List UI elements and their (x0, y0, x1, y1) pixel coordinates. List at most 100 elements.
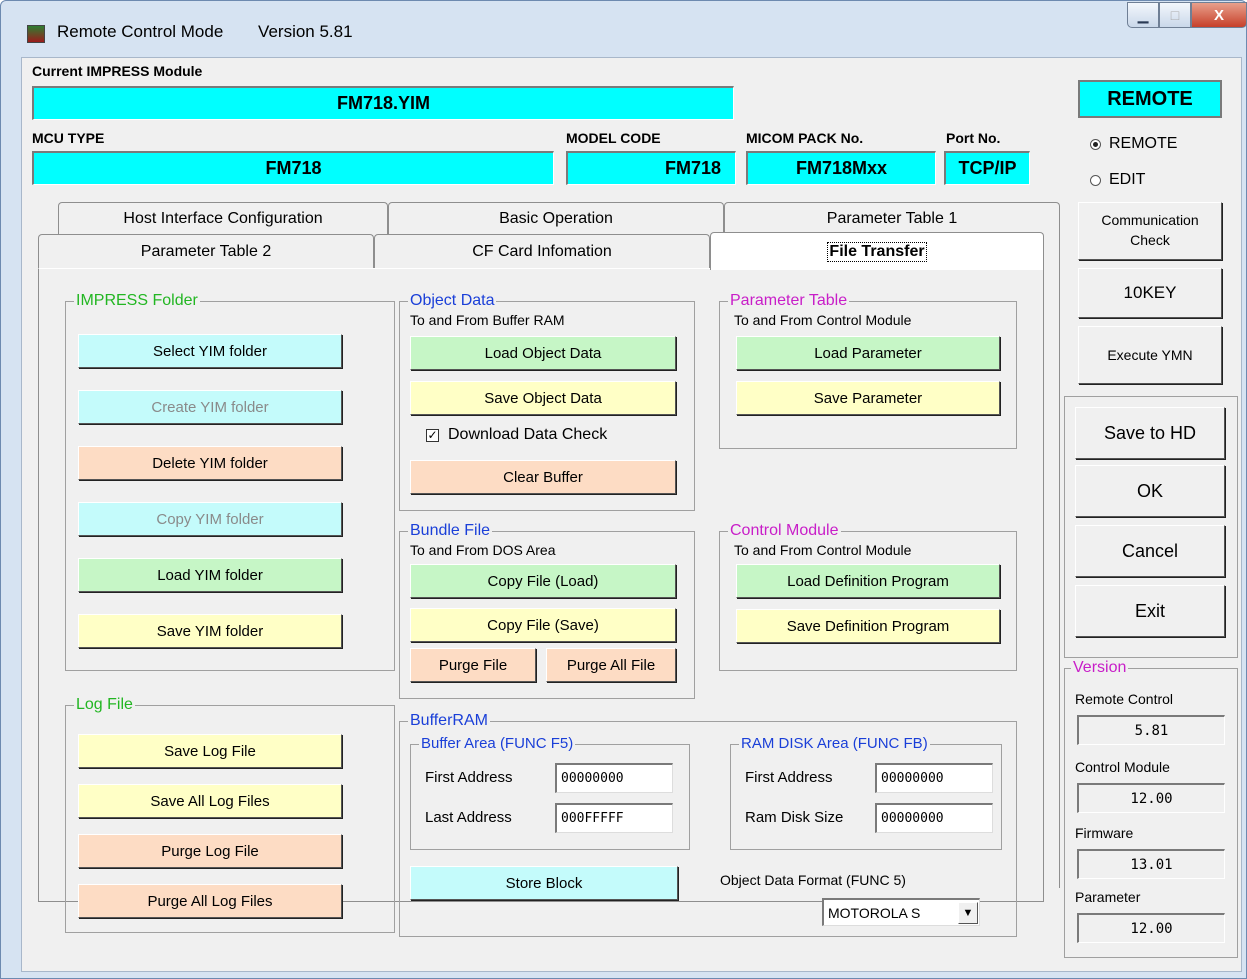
download-data-check[interactable]: ✓ Download Data Check (426, 426, 607, 444)
model-code-field: FM718 (566, 151, 736, 185)
version-remote-control-value: 5.81 (1077, 715, 1225, 745)
create-yim-folder-button[interactable]: Create YIM folder (78, 390, 342, 424)
save-log-file-button[interactable]: Save Log File (78, 734, 342, 768)
tab-label: CF Card Infomation (472, 242, 612, 260)
app-icon (27, 25, 45, 43)
version-firmware-value: 13.01 (1077, 849, 1225, 879)
first-address-field[interactable]: 00000000 (555, 763, 673, 793)
radio-remote[interactable]: REMOTE (1090, 135, 1177, 153)
object-data-title: Object Data (408, 292, 497, 310)
ram-first-address-label: First Address (745, 769, 833, 786)
load-yim-folder-button[interactable]: Load YIM folder (78, 558, 342, 592)
ram-disk-group: RAM DISK Area (FUNC FB) First Address 00… (730, 735, 1002, 850)
minimize-icon[interactable]: ▁ (1127, 2, 1159, 28)
exit-button[interactable]: Exit (1075, 585, 1225, 637)
parameter-table-title: Parameter Table (728, 292, 850, 310)
radio-selected-icon (1090, 138, 1101, 150)
load-definition-program-button[interactable]: Load Definition Program (736, 564, 1000, 598)
radio-edit[interactable]: EDIT (1090, 171, 1145, 189)
save-object-data-button[interactable]: Save Object Data (410, 381, 676, 415)
copy-file-load-button[interactable]: Copy File (Load) (410, 564, 676, 598)
remote-indicator: REMOTE (1078, 80, 1222, 118)
control-module-subtitle: To and From Control Module (734, 542, 912, 558)
version-remote-control-label: Remote Control (1075, 691, 1174, 707)
delete-yim-folder-button[interactable]: Delete YIM folder (78, 446, 342, 480)
control-module-group: Control Module To and From Control Modul… (719, 522, 1017, 671)
object-data-format-select[interactable]: MOTOROLA S ▼ (822, 898, 980, 926)
object-data-format-label: Object Data Format (FUNC 5) (720, 872, 906, 888)
store-block-button[interactable]: Store Block (410, 866, 678, 900)
window-controls: ▁ □ X (1127, 2, 1247, 32)
maximize-icon[interactable]: □ (1159, 2, 1191, 28)
last-address-label: Last Address (425, 809, 512, 826)
save-parameter-button[interactable]: Save Parameter (736, 381, 1000, 415)
bundle-file-group: Bundle File To and From DOS Area Copy Fi… (399, 522, 695, 699)
tab-host-interface[interactable]: Host Interface Configuration (58, 202, 388, 234)
micom-pack-field: FM718Mxx (746, 151, 936, 185)
select-yim-folder-button[interactable]: Select YIM folder (78, 334, 342, 368)
save-yim-folder-button[interactable]: Save YIM folder (78, 614, 342, 648)
port-field: TCP/IP (944, 151, 1030, 185)
save-all-log-files-button[interactable]: Save All Log Files (78, 784, 342, 818)
tab-stack-edge (1050, 234, 1060, 888)
ram-first-address-field[interactable]: 00000000 (875, 763, 993, 793)
chevron-down-icon[interactable]: ▼ (958, 901, 978, 924)
ram-disk-size-label: Ram Disk Size (745, 809, 844, 826)
tab-basic-operation[interactable]: Basic Operation (388, 202, 724, 234)
impress-folder-group: IMPRESS Folder Select YIM folder Create … (65, 292, 395, 671)
radio-edit-label: EDIT (1109, 171, 1146, 188)
cancel-button[interactable]: Cancel (1075, 525, 1225, 577)
ok-button[interactable]: OK (1075, 465, 1225, 517)
checkbox-checked-icon: ✓ (426, 428, 439, 442)
object-data-format-value: MOTOROLA S (828, 904, 921, 921)
download-data-check-label: Download Data Check (448, 426, 608, 443)
title-bar[interactable]: Remote Control Mode Version 5.81 ▁ □ X (1, 1, 1247, 53)
tab-parameter-table-2[interactable]: Parameter Table 2 (38, 234, 374, 268)
version-firmware-label: Firmware (1075, 825, 1134, 841)
save-to-hd-button[interactable]: Save to HD (1075, 407, 1225, 459)
ram-disk-size-field[interactable]: 00000000 (875, 803, 993, 833)
close-icon[interactable]: X (1191, 2, 1247, 28)
log-file-group: Log File Save Log File Save All Log File… (65, 696, 395, 933)
buffer-area-title: Buffer Area (FUNC F5) (419, 735, 576, 752)
micom-pack-label: MICOM PACK No. (746, 130, 864, 146)
copy-yim-folder-button[interactable]: Copy YIM folder (78, 502, 342, 536)
tenkey-button[interactable]: 10KEY (1078, 268, 1222, 318)
bundle-file-subtitle: To and From DOS Area (410, 542, 556, 558)
tab-cf-card[interactable]: CF Card Infomation (374, 234, 710, 268)
tab-parameter-table-1[interactable]: Parameter Table 1 (724, 202, 1060, 234)
load-object-data-button[interactable]: Load Object Data (410, 336, 676, 370)
buffer-area-group: Buffer Area (FUNC F5) First Address 0000… (410, 735, 690, 850)
file-transfer-panel: IMPRESS Folder Select YIM folder Create … (38, 268, 1044, 937)
tab-file-transfer[interactable]: File Transfer (710, 232, 1044, 270)
object-data-group: Object Data To and From Buffer RAM Load … (399, 292, 695, 511)
bundle-file-title: Bundle File (408, 522, 493, 540)
control-module-title: Control Module (728, 522, 841, 540)
parameter-table-subtitle: To and From Control Module (734, 312, 912, 328)
radio-unselected-icon (1090, 174, 1101, 186)
version-panel: Version Remote Control 5.81 Control Modu… (1064, 659, 1238, 958)
copy-file-save-button[interactable]: Copy File (Save) (410, 608, 676, 642)
mcu-type-field: FM718 (32, 151, 554, 185)
purge-file-button[interactable]: Purge File (410, 648, 536, 682)
first-address-label: First Address (425, 769, 513, 786)
client-area: Current IMPRESS Module FM718.YIM MCU TYP… (21, 57, 1242, 972)
last-address-field[interactable]: 000FFFFF (555, 803, 673, 833)
purge-log-file-button[interactable]: Purge Log File (78, 834, 342, 868)
execute-ymn-button[interactable]: Execute YMN (1078, 326, 1222, 384)
radio-remote-label: REMOTE (1109, 135, 1178, 152)
app-window: Remote Control Mode Version 5.81 ▁ □ X C… (0, 0, 1247, 979)
clear-buffer-button[interactable]: Clear Buffer (410, 460, 676, 494)
version-parameter-label: Parameter (1075, 889, 1141, 905)
communication-check-button[interactable]: Communication Check (1078, 202, 1222, 260)
buffer-ram-title: BufferRAM (408, 712, 490, 730)
purge-all-file-button[interactable]: Purge All File (546, 648, 676, 682)
buffer-ram-group: BufferRAM Buffer Area (FUNC F5) First Ad… (399, 712, 1017, 937)
log-file-title: Log File (74, 696, 135, 714)
port-label: Port No. (946, 130, 1001, 146)
save-definition-program-button[interactable]: Save Definition Program (736, 609, 1000, 643)
load-parameter-button[interactable]: Load Parameter (736, 336, 1000, 370)
version-panel-title: Version (1071, 659, 1129, 677)
window-title: Remote Control Mode Version 5.81 (57, 22, 353, 42)
purge-all-log-files-button[interactable]: Purge All Log Files (78, 884, 342, 918)
